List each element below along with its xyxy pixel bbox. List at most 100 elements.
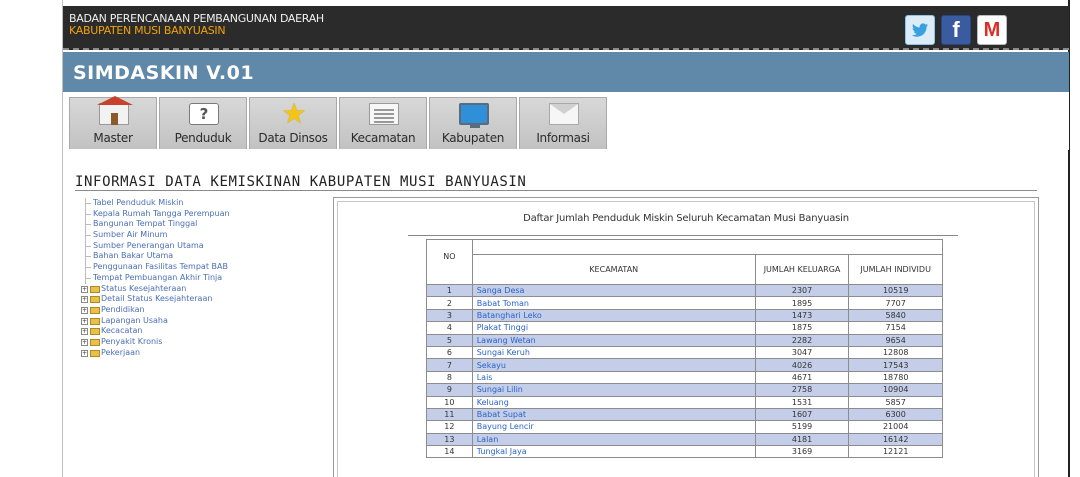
- tree-link-air-minum[interactable]: Sumber Air Minum: [79, 230, 319, 241]
- caption-divider: [408, 235, 958, 236]
- table-row: 9 Sungai Lilin 2758 10904: [426, 383, 943, 397]
- table-row: 8 Lais 4671 18780: [426, 370, 943, 385]
- cell-individu: 7707: [848, 296, 943, 310]
- poverty-table: NO KECAMATAN JUMLAH KELUARGA JUMLAH INDI…: [426, 239, 944, 459]
- star-icon: ★: [281, 97, 307, 130]
- tab-label: Master: [93, 131, 133, 145]
- col-header-no: NO: [426, 239, 473, 285]
- expand-icon[interactable]: +: [81, 296, 88, 304]
- cell-kecamatan[interactable]: Lalan: [471, 432, 756, 447]
- facebook-icon[interactable]: f: [941, 15, 971, 45]
- tab-label: Informasi: [536, 131, 590, 145]
- cell-kecamatan[interactable]: Keluang: [471, 395, 756, 409]
- question-icon: ?: [189, 103, 219, 125]
- col-header-keluarga: JUMLAH KELUARGA: [754, 254, 850, 285]
- monitor-icon: [459, 103, 489, 128]
- cell-kecamatan[interactable]: Sekayu: [471, 358, 756, 372]
- tab-data-dinsos[interactable]: ★ Data Dinsos: [249, 97, 337, 149]
- category-tree: Tabel Penduduk Miskin Kepala Rumah Tangg…: [79, 198, 319, 358]
- tree-folder-label: Lapangan Usaha: [101, 315, 168, 325]
- table-row: 4 Plakat Tinggi 1875 7154: [426, 321, 943, 335]
- table-row: 11 Babat Supat 1607 6300: [426, 407, 943, 422]
- expand-icon[interactable]: +: [81, 338, 88, 346]
- cell-kecamatan[interactable]: Plakat Tinggi: [471, 321, 756, 335]
- cell-keluarga: 4026: [754, 358, 850, 372]
- cell-keluarga: 2307: [754, 283, 850, 298]
- tree-folder-lapangan-usaha[interactable]: + Lapangan Usaha: [79, 316, 319, 327]
- tab-master[interactable]: Master: [69, 96, 157, 149]
- app-banner: SIMDASKIN V.01: [63, 52, 1069, 92]
- folder-icon: [90, 285, 100, 293]
- cell-individu: 12121: [848, 445, 943, 459]
- cell-individu: 12808: [848, 345, 943, 360]
- expand-icon[interactable]: +: [81, 306, 88, 314]
- cell-kecamatan[interactable]: Lais: [471, 370, 756, 385]
- envelope-icon: [549, 103, 579, 125]
- cell-no: 5: [426, 333, 473, 347]
- tree-link-bangunan[interactable]: Bangunan Tempat Tinggal: [79, 219, 319, 230]
- document-icon: [369, 103, 399, 125]
- cell-kecamatan[interactable]: Tungkal Jaya: [471, 445, 756, 459]
- cell-kecamatan[interactable]: Babat Supat: [471, 407, 756, 422]
- table-row: 12 Bayung Lencir 5199 21004: [426, 420, 943, 434]
- expand-icon[interactable]: +: [81, 285, 88, 293]
- cell-individu: 6300: [848, 407, 943, 422]
- tree-folder-pekerjaan[interactable]: + Pekerjaan: [79, 348, 319, 359]
- table-row: 5 Lawang Wetan 2282 9654: [426, 333, 943, 347]
- tree-folder-detail-status[interactable]: + Detail Status Kesejahteraan: [79, 294, 319, 305]
- tree-link-tabel-penduduk-miskin[interactable]: Tabel Penduduk Miskin: [79, 198, 319, 209]
- tree-folder-pendidikan[interactable]: + Pendidikan: [79, 305, 319, 316]
- cell-keluarga: 5199: [754, 420, 850, 434]
- table-row: 1 Sanga Desa 2307 10519: [426, 283, 943, 298]
- cell-kecamatan[interactable]: Lawang Wetan: [471, 333, 756, 347]
- cell-keluarga: 4181: [754, 432, 850, 447]
- tree-folder-label: Kecacatan: [101, 326, 143, 336]
- cell-no: 6: [426, 345, 473, 360]
- cell-kecamatan[interactable]: Babat Toman: [471, 296, 756, 310]
- cell-kecamatan[interactable]: Sungai Lilin: [471, 383, 756, 397]
- cell-keluarga: 1875: [754, 321, 850, 335]
- tree-link-kepala-rumah-tangga[interactable]: Kepala Rumah Tangga Perempuan: [79, 208, 319, 220]
- cell-individu: 16142: [848, 432, 943, 447]
- gmail-icon[interactable]: M: [977, 15, 1007, 45]
- cell-individu: 10519: [848, 283, 943, 298]
- cell-keluarga: 3047: [754, 345, 850, 360]
- tab-kabupaten[interactable]: Kabupaten: [429, 97, 517, 149]
- cell-kecamatan[interactable]: Sungai Keruh: [471, 345, 756, 360]
- tree-folder-penyakit-kronis[interactable]: + Penyakit Kronis: [79, 337, 319, 348]
- cell-no: 7: [426, 358, 473, 372]
- expand-icon[interactable]: +: [81, 328, 88, 336]
- tree-folder-kecacatan[interactable]: + Kecacatan: [79, 326, 319, 337]
- cell-no: 11: [426, 407, 473, 422]
- tree-link-bahan-bakar[interactable]: Bahan Bakar Utama: [79, 251, 319, 262]
- cell-no: 9: [426, 383, 473, 397]
- tree-link-fasilitas-bab[interactable]: Penggunaan Fasilitas Tempat BAB: [79, 262, 319, 273]
- cell-keluarga: 2282: [754, 333, 850, 347]
- cell-individu: 10904: [848, 383, 943, 397]
- cell-kecamatan[interactable]: Bayung Lencir: [471, 420, 756, 434]
- tree-link-pembuangan-tinja[interactable]: Tempat Pembuangan Akhir Tinja: [79, 272, 319, 284]
- main-nav: Master ? Penduduk ★ Data Dinsos Kecamata…: [63, 92, 1069, 150]
- cell-kecamatan[interactable]: Batanghari Leko: [471, 308, 756, 323]
- tab-penduduk[interactable]: ? Penduduk: [159, 97, 247, 149]
- twitter-icon[interactable]: [905, 15, 935, 45]
- expand-icon[interactable]: +: [81, 317, 88, 325]
- top-header-bar: BADAN PERENCANAAN PEMBANGUNAN DAERAH KAB…: [63, 6, 1069, 50]
- expand-icon[interactable]: +: [81, 349, 88, 357]
- cell-no: 4: [426, 321, 473, 335]
- cell-keluarga: 1607: [754, 407, 850, 422]
- cell-kecamatan[interactable]: Sanga Desa: [471, 283, 756, 298]
- tab-label: Kecamatan: [350, 131, 416, 145]
- tab-informasi[interactable]: Informasi: [519, 97, 607, 149]
- cell-keluarga: 3169: [754, 445, 850, 459]
- tree-link-penerangan[interactable]: Sumber Penerangan Utama: [79, 240, 319, 252]
- tab-kecamatan[interactable]: Kecamatan: [339, 97, 427, 149]
- col-header-individu: JUMLAH INDIVIDU: [848, 254, 943, 285]
- tree-folder-status-kesejahteraan[interactable]: + Status Kesejahteraan: [79, 284, 319, 295]
- cell-no: 3: [426, 308, 473, 323]
- org-name-line2: KABUPATEN MUSI BANYUASIN: [69, 24, 226, 37]
- cell-no: 14: [426, 445, 473, 459]
- title-divider: [75, 190, 1037, 191]
- cell-keluarga: 2758: [754, 383, 850, 397]
- right-margin: [1068, 0, 1080, 477]
